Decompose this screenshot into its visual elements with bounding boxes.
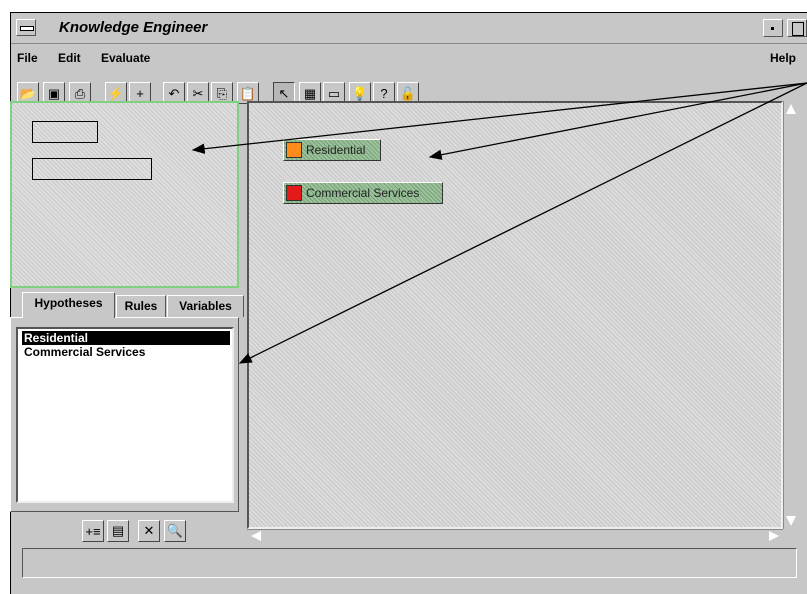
- hypothesis-node[interactable]: Commercial Services: [283, 182, 443, 204]
- menu-file[interactable]: File: [17, 51, 38, 65]
- node-label: Residential: [306, 143, 366, 157]
- status-bar: [22, 548, 797, 578]
- menu-bar: File Edit Evaluate Help: [11, 45, 807, 71]
- node-label: Commercial Services: [306, 186, 420, 200]
- window-title: Knowledge Engineer: [59, 19, 208, 36]
- color-swatch-icon: [286, 142, 302, 158]
- scroll-right-arrow-icon[interactable]: [769, 531, 779, 541]
- rule-canvas[interactable]: Residential Commercial Services: [247, 101, 783, 529]
- tab-hypotheses[interactable]: Hypotheses: [22, 292, 115, 318]
- maximize-button[interactable]: [787, 19, 807, 37]
- menu-edit[interactable]: Edit: [58, 51, 81, 65]
- preview-box-large: [32, 158, 152, 180]
- list-item[interactable]: Residential: [22, 331, 230, 345]
- add-hypothesis-icon[interactable]: +≡: [82, 520, 104, 542]
- tab-variables[interactable]: Variables: [167, 295, 244, 317]
- hypotheses-list[interactable]: Residential Commercial Services: [16, 327, 234, 503]
- canvas-vertical-scrollbar[interactable]: [783, 101, 797, 529]
- color-swatch-icon: [286, 185, 302, 201]
- window-menu-button[interactable]: [16, 19, 36, 36]
- scroll-left-arrow-icon[interactable]: [251, 531, 261, 541]
- scroll-up-arrow-icon[interactable]: [786, 104, 796, 114]
- hypothesis-node[interactable]: Residential: [283, 139, 381, 161]
- menu-help[interactable]: Help: [770, 51, 796, 65]
- canvas-horizontal-scrollbar[interactable]: [247, 529, 783, 543]
- tab-rules[interactable]: Rules: [116, 295, 166, 317]
- hypothesis-preview-panel[interactable]: [10, 101, 239, 288]
- list-item[interactable]: Commercial Services: [22, 345, 230, 359]
- minimize-button[interactable]: [763, 19, 783, 37]
- find-icon[interactable]: 🔍: [164, 520, 186, 542]
- preview-box-small: [32, 121, 98, 143]
- delete-icon[interactable]: ✕: [138, 520, 160, 542]
- edit-properties-icon[interactable]: ▤: [107, 520, 129, 542]
- scroll-down-arrow-icon[interactable]: [786, 516, 796, 526]
- menu-evaluate[interactable]: Evaluate: [101, 51, 150, 65]
- title-bar[interactable]: Knowledge Engineer: [11, 13, 807, 44]
